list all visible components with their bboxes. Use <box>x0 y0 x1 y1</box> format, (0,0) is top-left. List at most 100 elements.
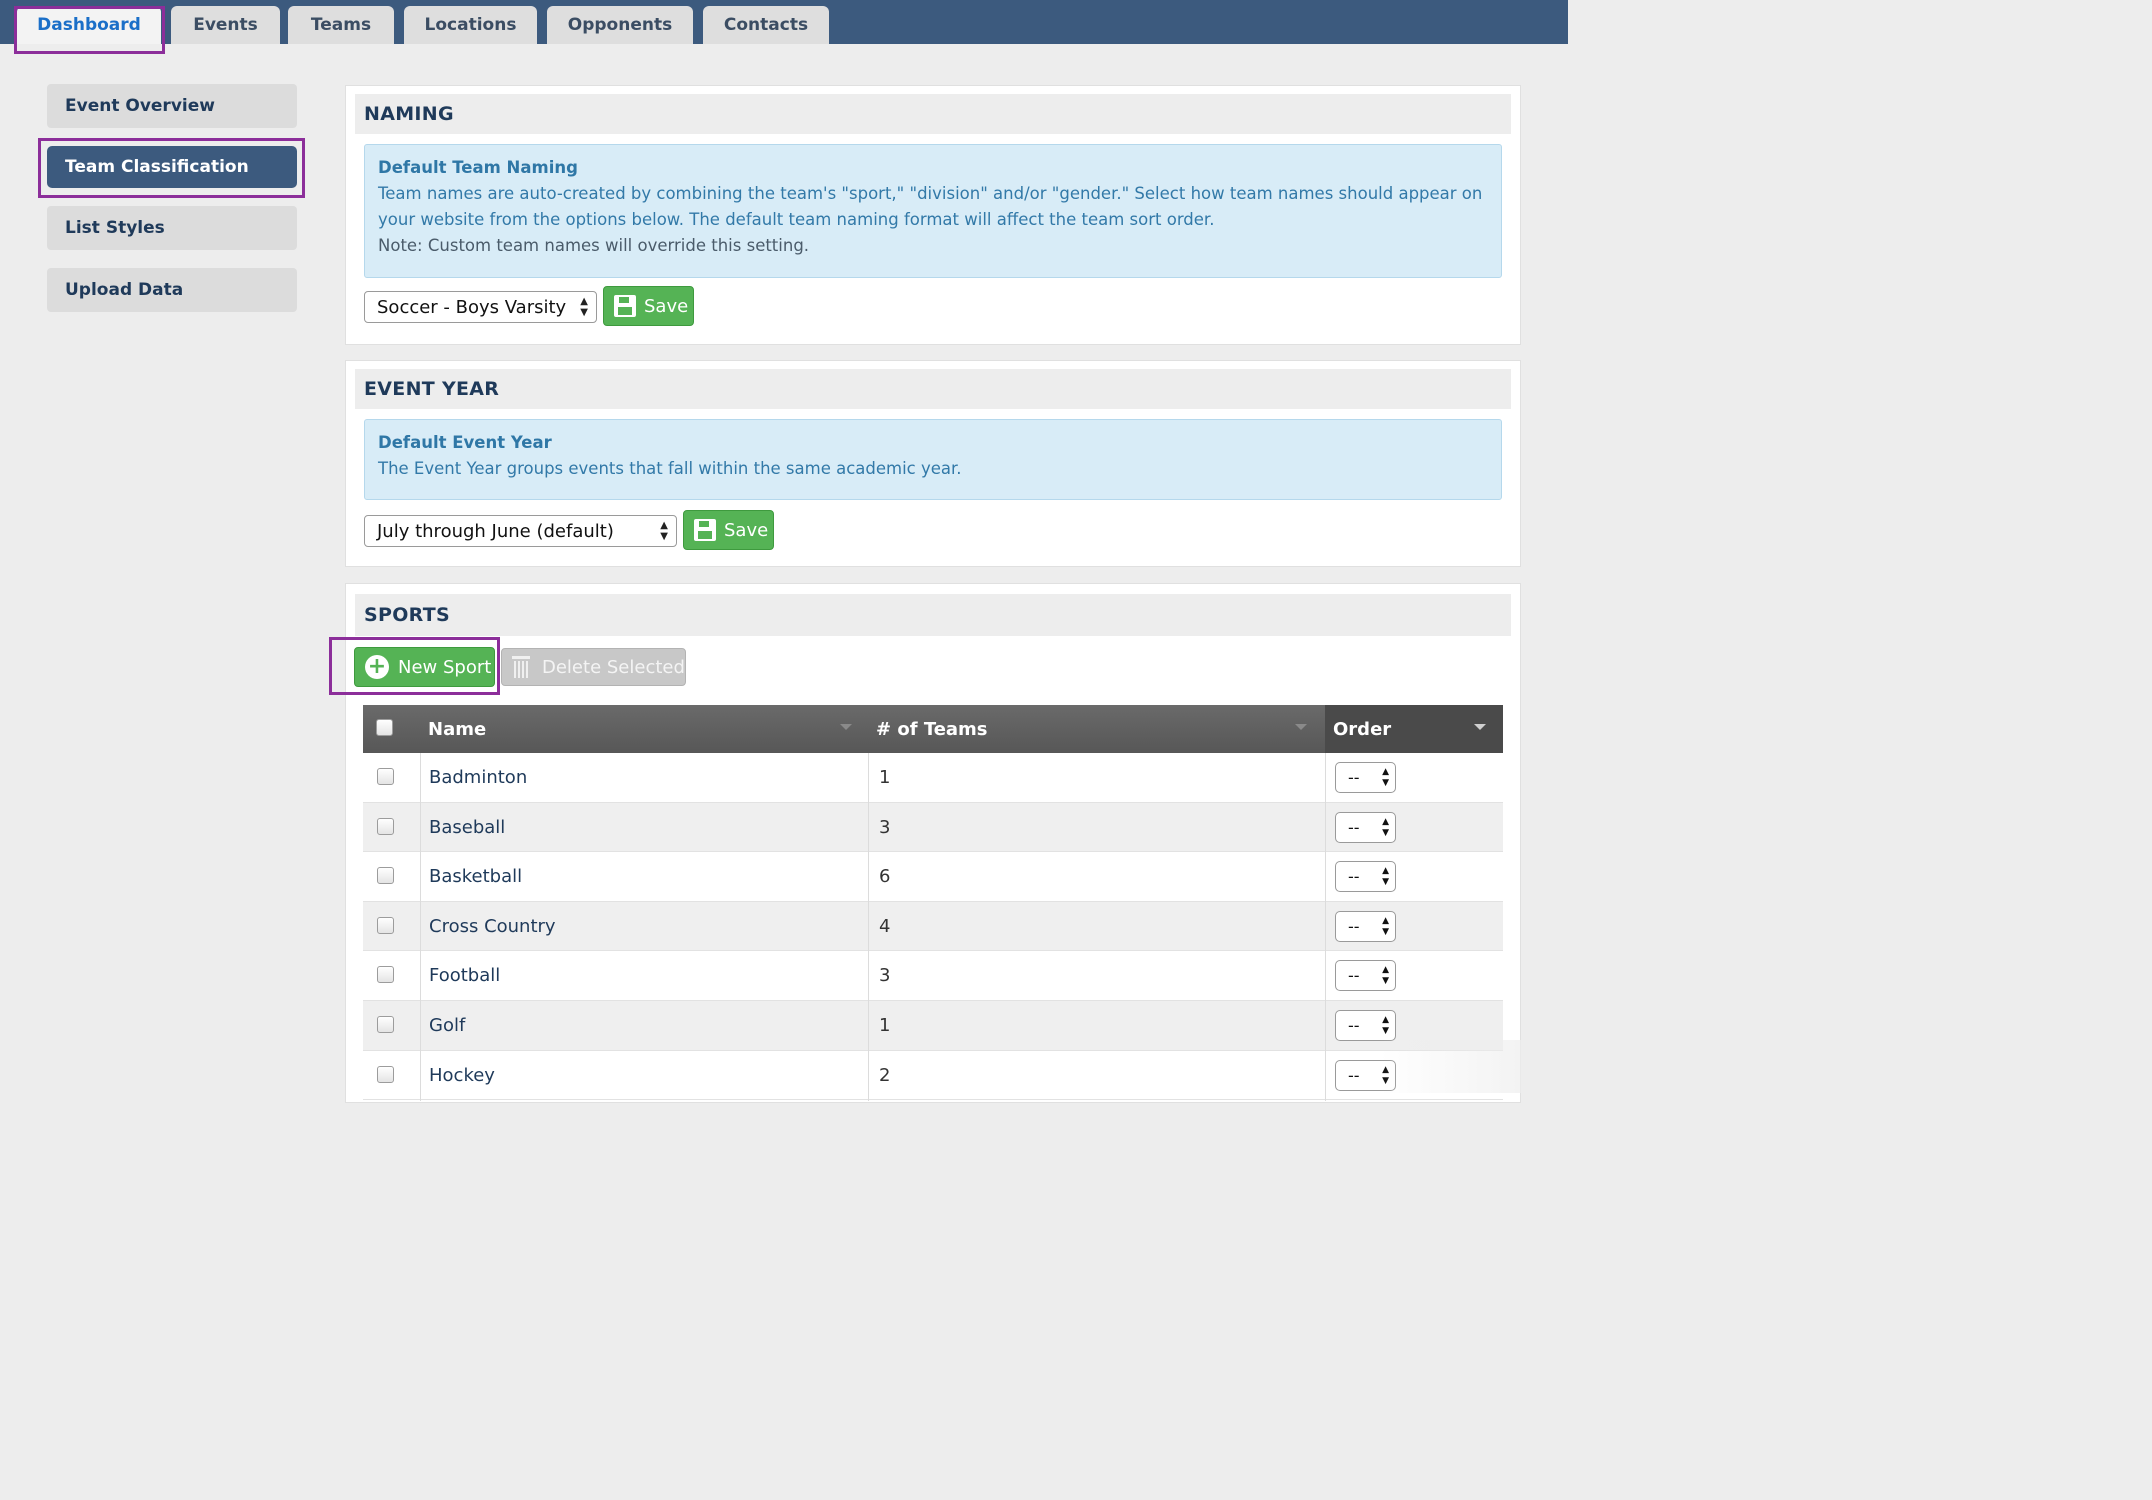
column-divider <box>1325 1050 1326 1101</box>
select-all-checkbox[interactable] <box>376 719 393 736</box>
event-year-select[interactable]: July through June (default) ▲ ▼ <box>364 515 677 547</box>
event-year-panel: EVENT YEAR Default Event Year The Event … <box>345 360 1521 567</box>
order-select[interactable]: -- ▲ ▼ <box>1335 1010 1396 1041</box>
column-divider <box>1325 852 1326 903</box>
team-naming-select-value: Soccer - Boys Varsity <box>377 296 567 318</box>
event-year-heading: EVENT YEAR <box>355 369 1511 409</box>
naming-save-label: Save <box>644 295 689 317</box>
row-checkbox[interactable] <box>377 966 394 984</box>
event-year-info-title: Default Event Year <box>378 433 552 452</box>
column-divider <box>1325 802 1326 853</box>
row-checkbox[interactable] <box>377 916 394 934</box>
order-select-value: -- <box>1348 1065 1360 1085</box>
team-count: 2 <box>879 1064 891 1086</box>
table-header: Name # of Teams Order <box>363 705 1503 753</box>
order-select[interactable]: -- ▲ ▼ <box>1335 762 1396 793</box>
event-year-save-button[interactable]: Save <box>683 510 774 550</box>
delete-selected-button[interactable]: Delete Selected <box>501 648 686 686</box>
table-row: Football 3 -- ▲ ▼ <box>363 951 1503 1002</box>
team-naming-select[interactable]: Soccer - Boys Varsity ▲ ▼ <box>364 291 597 323</box>
naming-panel: NAMING Default Team Naming Team names ar… <box>345 85 1521 345</box>
order-select[interactable]: -- ▲ ▼ <box>1335 910 1396 942</box>
tab-locations[interactable]: Locations <box>404 6 537 44</box>
sidebar-item-team-classification[interactable]: Team Classification <box>47 146 297 188</box>
select-arrows-icon: ▲ ▼ <box>1382 915 1389 937</box>
order-select[interactable]: -- ▲ ▼ <box>1335 1059 1396 1091</box>
column-divider <box>1325 901 1326 952</box>
row-checkbox[interactable] <box>377 867 394 885</box>
order-select-value: -- <box>1348 916 1360 936</box>
column-divider <box>420 901 421 952</box>
floppy-disk-icon <box>694 519 716 541</box>
row-checkbox[interactable] <box>377 817 394 835</box>
tab-contacts[interactable]: Contacts <box>703 6 829 44</box>
row-checkbox[interactable] <box>377 768 394 785</box>
row-checkbox[interactable] <box>377 1016 394 1033</box>
row-checkbox[interactable] <box>377 1065 394 1083</box>
column-divider <box>868 1050 869 1101</box>
team-count: 3 <box>879 816 891 838</box>
event-year-save-label: Save <box>724 519 769 541</box>
column-divider <box>1325 753 1326 803</box>
table-row: Golf 1 -- ▲ ▼ <box>363 1001 1503 1051</box>
floppy-disk-icon <box>614 295 636 317</box>
sport-name[interactable]: Golf <box>429 1001 465 1050</box>
order-select-value: -- <box>1348 768 1360 787</box>
column-divider <box>420 951 421 1002</box>
trash-icon <box>512 656 530 678</box>
table-row: Cross Country 4 -- ▲ ▼ <box>363 901 1503 952</box>
delete-selected-label: Delete Selected <box>542 656 685 678</box>
sport-name[interactable]: Basketball <box>429 852 522 901</box>
sport-name[interactable]: Cross Country <box>429 902 556 951</box>
naming-save-button[interactable]: Save <box>603 286 694 326</box>
column-divider <box>868 951 869 1002</box>
select-arrows-icon: ▲ ▼ <box>660 520 668 542</box>
team-count: 4 <box>879 915 891 937</box>
new-sport-label: New Sport <box>398 656 492 678</box>
column-divider <box>868 901 869 952</box>
tab-events[interactable]: Events <box>171 6 280 44</box>
table-row: Basketball 6 -- ▲ ▼ <box>363 852 1503 903</box>
sport-name[interactable]: Baseball <box>429 803 505 852</box>
team-count: 1 <box>879 1015 891 1036</box>
order-select[interactable]: -- ▲ ▼ <box>1335 861 1396 893</box>
sort-caret-icon <box>1295 724 1307 730</box>
sport-name[interactable]: Hockey <box>429 1051 495 1100</box>
order-select[interactable]: -- ▲ ▼ <box>1335 960 1396 992</box>
table-row: Hockey 2 -- ▲ ▼ <box>363 1050 1503 1101</box>
select-arrows-icon: ▲ ▼ <box>1382 816 1389 838</box>
column-divider <box>420 1001 421 1051</box>
column-divider <box>420 753 421 803</box>
column-header-name[interactable]: Name <box>428 705 486 753</box>
sidebar-item-list-styles[interactable]: List Styles <box>47 206 297 250</box>
event-year-info-box: Default Event Year The Event Year groups… <box>364 419 1502 500</box>
team-count: 3 <box>879 965 891 987</box>
sport-name[interactable]: Football <box>429 951 500 1000</box>
order-select-value: -- <box>1348 1016 1360 1035</box>
tab-teams[interactable]: Teams <box>288 6 394 44</box>
select-arrows-icon: ▲ ▼ <box>580 296 588 318</box>
tab-opponents[interactable]: Opponents <box>547 6 693 44</box>
sort-caret-icon <box>840 724 852 730</box>
naming-info-text: Team names are auto-created by combining… <box>378 184 1483 229</box>
select-arrows-icon: ▲ ▼ <box>1382 965 1389 987</box>
team-count: 6 <box>879 866 891 888</box>
tab-dashboard[interactable]: Dashboard <box>17 6 161 44</box>
team-count: 1 <box>879 767 891 788</box>
sidebar-item-event-overview[interactable]: Event Overview <box>47 84 297 128</box>
column-divider <box>1325 1001 1326 1051</box>
column-header-teams[interactable]: # of Teams <box>876 705 988 753</box>
column-header-order[interactable]: Order <box>1333 705 1391 753</box>
column-divider <box>420 1050 421 1101</box>
table-row: Badminton 1 -- ▲ ▼ <box>363 753 1503 803</box>
sport-name[interactable]: Badminton <box>429 753 527 802</box>
event-year-info-text: The Event Year groups events that fall w… <box>378 459 962 478</box>
naming-heading: NAMING <box>355 94 1511 134</box>
top-nav: Dashboard Events Teams Locations Opponen… <box>0 0 1568 44</box>
select-arrows-icon: ▲ ▼ <box>1382 767 1389 788</box>
order-select[interactable]: -- ▲ ▼ <box>1335 811 1396 843</box>
sidebar-item-upload-data[interactable]: Upload Data <box>47 268 297 312</box>
new-sport-button[interactable]: + New Sport <box>354 647 495 687</box>
sort-caret-icon <box>1474 724 1486 730</box>
column-divider <box>420 852 421 903</box>
